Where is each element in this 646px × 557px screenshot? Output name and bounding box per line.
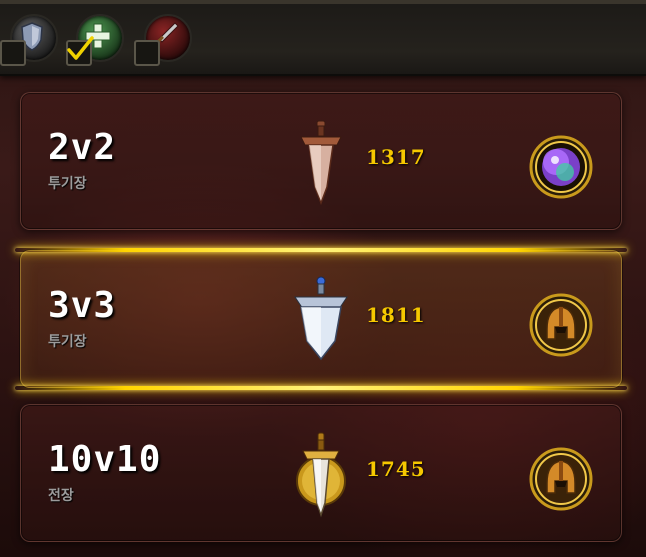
bracket-card-2v2[interactable]: 2v2 투기장 1317 xyxy=(20,92,622,230)
bracket-card-10v10[interactable]: 10v10 전장 1745 xyxy=(20,404,622,542)
gem-orb-icon xyxy=(529,135,593,199)
role-damage-checkbox[interactable] xyxy=(134,40,160,66)
bracket-title: 2v2 xyxy=(48,127,117,168)
bracket-rating: 1745 xyxy=(366,457,426,481)
bracket-rating: 1811 xyxy=(366,303,426,327)
bracket-type-label: 투기장 xyxy=(48,176,87,192)
selection-glow-top xyxy=(15,248,627,252)
bracket-title: 3v3 xyxy=(48,285,117,326)
bracket-type-label: 전장 xyxy=(48,488,74,504)
bracket-type-label: 투기장 xyxy=(48,334,87,350)
role-healer-checkbox[interactable] xyxy=(66,36,94,66)
bracket-rating: 1317 xyxy=(366,145,426,169)
silver-sword-rank-icon xyxy=(294,276,348,361)
role-damage-toggle[interactable] xyxy=(134,12,192,66)
bracket-title: 10v10 xyxy=(48,439,162,480)
gold-sword-rank-icon xyxy=(296,432,346,518)
role-healer-toggle[interactable] xyxy=(66,12,124,66)
bracket-card-3v3[interactable]: 3v3 투기장 1811 xyxy=(15,248,627,390)
role-tank-checkbox[interactable] xyxy=(0,40,26,66)
copper-sword-rank-icon xyxy=(300,120,342,206)
spartan-helmet-icon xyxy=(529,293,593,357)
role-selection-bar xyxy=(0,0,646,76)
spartan-helmet-icon xyxy=(529,447,593,511)
selection-glow-bottom xyxy=(15,386,627,390)
scroll-edge xyxy=(0,0,646,4)
role-tank-toggle[interactable] xyxy=(0,12,58,66)
checkmark-icon xyxy=(67,36,94,60)
